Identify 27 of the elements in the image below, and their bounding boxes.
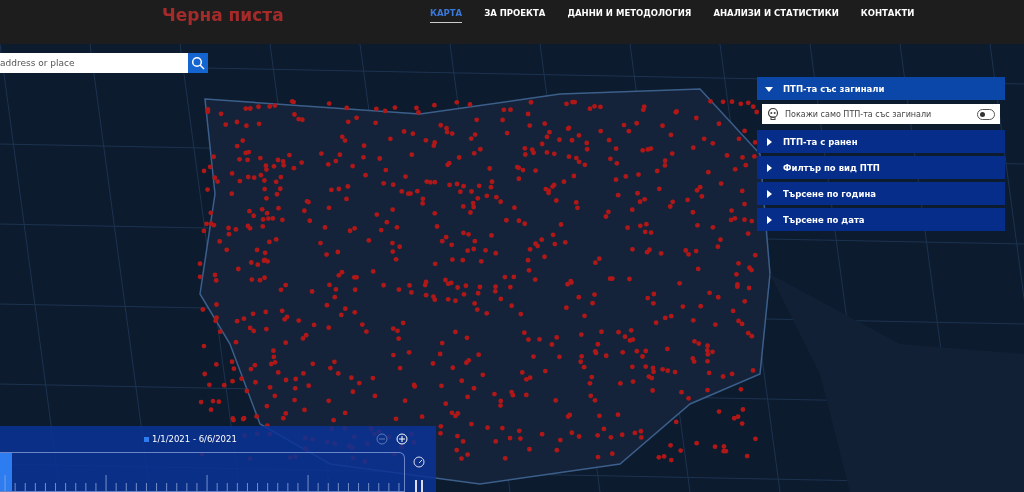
timeline-track[interactable] [0, 452, 405, 492]
timeline-fill[interactable] [0, 453, 13, 491]
toggle-label: Покажи само ПТП-та със загинали [785, 109, 933, 119]
caret-icon [765, 189, 773, 198]
skull-icon [767, 108, 779, 120]
accordion-header[interactable]: Търсене по дата [757, 208, 1005, 231]
toggle-switch[interactable] [977, 108, 995, 120]
nav-link[interactable]: ЗА ПРОЕКТА [484, 7, 546, 23]
accordion-header[interactable]: Филтър по вид ПТП [757, 156, 1005, 179]
accordion-header[interactable]: ПТП-та със загинали [757, 77, 1005, 100]
accordion-header[interactable]: Търсене по година [757, 182, 1005, 205]
speed-icon[interactable] [413, 456, 425, 468]
caret-icon [765, 215, 773, 224]
caret-icon [765, 163, 773, 172]
search-button[interactable] [188, 53, 208, 73]
date-range-label: 1/1/2021 - 6/6/2021 [144, 434, 237, 444]
caret-icon [765, 137, 773, 146]
nav-link[interactable]: КОНТАКТИ [860, 7, 915, 23]
search-field[interactable]: address or place [0, 53, 188, 73]
zoom-in-icon[interactable] [396, 433, 408, 445]
caret-icon [765, 84, 773, 93]
search-icon [191, 56, 205, 70]
accordion-header[interactable]: ПТП-та с ранен [757, 130, 1005, 153]
nav-link[interactable]: ДАННИ И МЕТОДОЛОГИЯ [567, 7, 692, 23]
nav-link[interactable]: АНАЛИЗИ И СТАТИСТИКИ [713, 7, 839, 23]
pause-icon[interactable] [414, 480, 424, 492]
nav-link[interactable]: КАРТА [430, 7, 463, 23]
